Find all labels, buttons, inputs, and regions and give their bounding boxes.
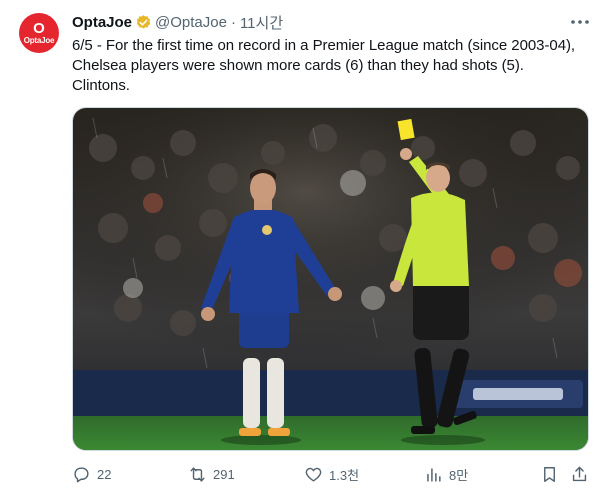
tweet-timestamp[interactable]: 11시간 (240, 12, 283, 33)
tweet-text: 6/5 - For the first time on record in a … (72, 37, 580, 94)
reply-count: 22 (97, 466, 112, 482)
views-button[interactable]: 8만 (424, 462, 468, 486)
tweet[interactable]: O OptaJoe OptaJoe @OptaJoe · 11시간 6/5 - … (0, 0, 598, 497)
author-handle[interactable]: @OptaJoe (155, 14, 227, 31)
reply-button[interactable]: 22 (72, 462, 111, 486)
share-icon (572, 466, 587, 481)
bookmark-button[interactable] (540, 462, 565, 486)
author-name[interactable]: OptaJoe (72, 14, 132, 31)
verified-badge-icon[interactable] (135, 14, 152, 31)
retweet-icon (190, 466, 205, 482)
retweet-button[interactable]: 291 (188, 462, 235, 486)
share-button[interactable] (570, 462, 595, 486)
more-icon[interactable] (568, 12, 592, 32)
avatar-logo-letter: O (33, 20, 45, 37)
views-count: 8만 (449, 467, 469, 483)
reply-icon (74, 466, 89, 482)
tweet-actions: 22 291 1.3천 8만 (72, 462, 592, 486)
avatar[interactable]: O OptaJoe (19, 13, 59, 53)
retweet-count: 291 (213, 466, 235, 482)
separator-dot: · (230, 13, 236, 31)
photo-image (73, 108, 588, 450)
avatar-logo-text: OptaJoe (23, 36, 55, 45)
views-icon (427, 467, 441, 482)
tweet-photo[interactable] (72, 107, 589, 451)
tweet-header: OptaJoe @OptaJoe · 11시간 (72, 12, 283, 32)
like-count: 1.3천 (329, 467, 360, 483)
bookmark-icon (544, 466, 555, 482)
like-icon (305, 467, 322, 482)
like-button[interactable]: 1.3천 (304, 462, 359, 486)
